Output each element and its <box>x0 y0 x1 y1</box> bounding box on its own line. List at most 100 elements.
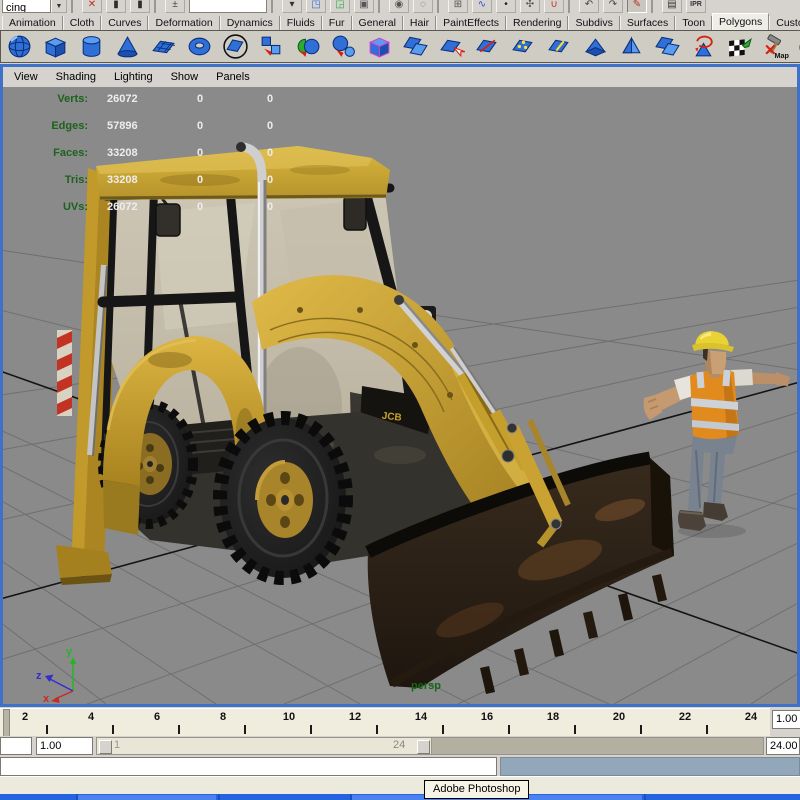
toolbar-grip[interactable] <box>378 0 385 13</box>
shelf-tab-toon[interactable]: Toon <box>675 16 713 30</box>
snap-surface-icon[interactable]: ∪ <box>544 0 564 13</box>
toolbar-grip[interactable] <box>71 0 78 13</box>
select-mask-icon[interactable]: ▣ <box>354 0 374 13</box>
poly-subdivide-icon[interactable] <box>402 33 429 60</box>
poly-smooth-proxy-icon[interactable] <box>366 33 393 60</box>
toolbar-grip[interactable] <box>271 0 278 13</box>
snap-grid-icon[interactable]: ⊞ <box>448 0 468 13</box>
save-scene-icon[interactable]: ▮ <box>130 0 150 13</box>
panel-menu-lighting[interactable]: Lighting <box>105 71 162 83</box>
shelf-tab-cloth[interactable]: Cloth <box>62 16 102 30</box>
shelf-tab-dynamics[interactable]: Dynamics <box>219 16 280 30</box>
new-scene-icon[interactable]: ✕ <box>82 0 102 13</box>
timeline-frame-10[interactable]: 10 <box>283 711 295 723</box>
panel-menu-shading[interactable]: Shading <box>47 71 105 83</box>
highlight-selection-icon[interactable]: ◌ <box>413 0 433 13</box>
shelf-tab-painteffects[interactable]: PaintEffects <box>436 16 507 30</box>
poly-edge-loop-icon[interactable] <box>546 33 573 60</box>
render-current-frame-icon[interactable]: ▤ <box>662 0 682 13</box>
toolbar-grip[interactable] <box>568 0 575 13</box>
construction-history-icon[interactable]: ✎ <box>627 0 647 13</box>
shelf-tab-curves[interactable]: Curves <box>101 16 149 30</box>
current-time-field[interactable]: 1.00 <box>772 710 800 729</box>
poly-sphere-icon[interactable] <box>6 33 33 60</box>
open-scene-icon[interactable]: ▮ <box>106 0 126 13</box>
delete-uv-map-icon[interactable]: Map <box>762 33 789 60</box>
shelf-tab-animation[interactable]: Animation <box>2 16 63 30</box>
quick-selection-field[interactable] <box>189 0 267 13</box>
poly-vertices-icon[interactable] <box>510 33 537 60</box>
toolbar-grip[interactable] <box>437 0 444 13</box>
timeline-frame-18[interactable]: 18 <box>547 711 559 723</box>
os-taskbar-edge[interactable] <box>0 794 800 800</box>
viewport[interactable]: JCB y z x Verts: 26072 0 0 Edges: 57896 … <box>3 87 797 704</box>
panel-menu-view[interactable]: View <box>3 71 47 83</box>
panel-menu-show[interactable]: Show <box>162 71 208 83</box>
timeline-frame-24[interactable]: 24 <box>745 711 757 723</box>
shelf-tab-rendering[interactable]: Rendering <box>506 16 569 30</box>
shelf-tab-polygons[interactable]: Polygons <box>712 13 770 30</box>
undo-small-icon[interactable]: ± <box>165 0 185 13</box>
select-hierarchy-icon[interactable]: ▾ <box>282 0 302 13</box>
panel-menu-panels[interactable]: Panels <box>207 71 259 83</box>
poly-boolean-union-icon[interactable] <box>294 33 321 60</box>
poly-platonic-icon[interactable] <box>222 33 249 60</box>
timeline-frame-6[interactable]: 6 <box>154 711 160 723</box>
render-flag-icon[interactable] <box>726 33 753 60</box>
range-end-handle[interactable] <box>417 740 430 754</box>
shelf-tab-custom[interactable]: Custom <box>769 16 800 30</box>
poly-cone-icon[interactable] <box>114 33 141 60</box>
poly-cube-icon[interactable] <box>42 33 69 60</box>
poly-pair-icon[interactable] <box>654 33 681 60</box>
toolbar-grip[interactable] <box>651 0 658 13</box>
timeline-frame-8[interactable]: 8 <box>220 711 226 723</box>
range-start-handle[interactable] <box>99 740 112 754</box>
output-connections-icon[interactable]: ↷ <box>603 0 623 13</box>
poly-boolean-difference-icon[interactable] <box>330 33 357 60</box>
shelf-tab-fluids[interactable]: Fluids <box>279 16 322 30</box>
taskbar-button[interactable] <box>78 795 216 800</box>
timeline-frame-12[interactable]: 12 <box>349 711 361 723</box>
shelf-tab-general[interactable]: General <box>351 16 403 30</box>
poly-append-icon[interactable] <box>438 33 465 60</box>
poly-split-icon[interactable] <box>474 33 501 60</box>
poly-pyramid-icon[interactable] <box>618 33 645 60</box>
range-slider-groove[interactable]: 1 24 <box>96 737 764 755</box>
toolbar-grip[interactable] <box>154 0 161 13</box>
time-slider[interactable]: 2 4 6 8 10 12 14 16 18 20 22 24 <box>0 708 770 737</box>
poly-wedge-icon[interactable] <box>582 33 609 60</box>
shelf-tab-deformation[interactable]: Deformation <box>148 16 220 30</box>
select-component-icon[interactable]: ◲ <box>330 0 350 13</box>
animation-start-field[interactable] <box>0 737 32 755</box>
input-connections-icon[interactable]: ↶ <box>579 0 599 13</box>
poly-plane-icon[interactable] <box>150 33 177 60</box>
range-end-label: 24 <box>393 739 406 751</box>
shelf-tab-hair[interactable]: Hair <box>402 16 437 30</box>
poly-torus-icon[interactable] <box>186 33 213 60</box>
snap-point-icon[interactable]: • <box>496 0 516 13</box>
current-frame-marker[interactable] <box>3 709 10 737</box>
timeline-frame-14[interactable]: 14 <box>415 711 427 723</box>
snap-curve-icon[interactable]: ∿ <box>472 0 492 13</box>
timeline-frame-22[interactable]: 22 <box>679 711 691 723</box>
timeline-frame-16[interactable]: 16 <box>481 711 493 723</box>
poly-combine-icon[interactable] <box>258 33 285 60</box>
playback-start-field[interactable]: 1.00 <box>36 737 93 755</box>
playback-range-bar[interactable]: 1 24 <box>97 738 432 754</box>
snap-view-icon[interactable]: ✣ <box>520 0 540 13</box>
timeline-frame-2[interactable]: 2 <box>22 711 28 723</box>
ipr-render-icon[interactable]: IPR <box>686 0 706 13</box>
select-object-icon[interactable]: ◳ <box>306 0 326 13</box>
timeline-frame-20[interactable]: 20 <box>613 711 625 723</box>
shelf-tab-fur[interactable]: Fur <box>321 16 352 30</box>
combo-drop-icon[interactable]: ▼ <box>51 0 67 13</box>
timeline-frame-4[interactable]: 4 <box>88 711 94 723</box>
shelf-tab-subdivs[interactable]: Subdivs <box>568 16 620 30</box>
command-line-input[interactable] <box>0 757 497 776</box>
poly-merge-spin-icon[interactable] <box>690 33 717 60</box>
poly-cylinder-icon[interactable] <box>78 33 105 60</box>
menu-set-combo[interactable]: cing ▼ <box>2 0 67 13</box>
shelf-tab-surfaces[interactable]: Surfaces <box>619 16 676 30</box>
playback-end-field[interactable]: 24.00 <box>766 737 800 755</box>
lock-selection-icon[interactable]: ◉ <box>389 0 409 13</box>
